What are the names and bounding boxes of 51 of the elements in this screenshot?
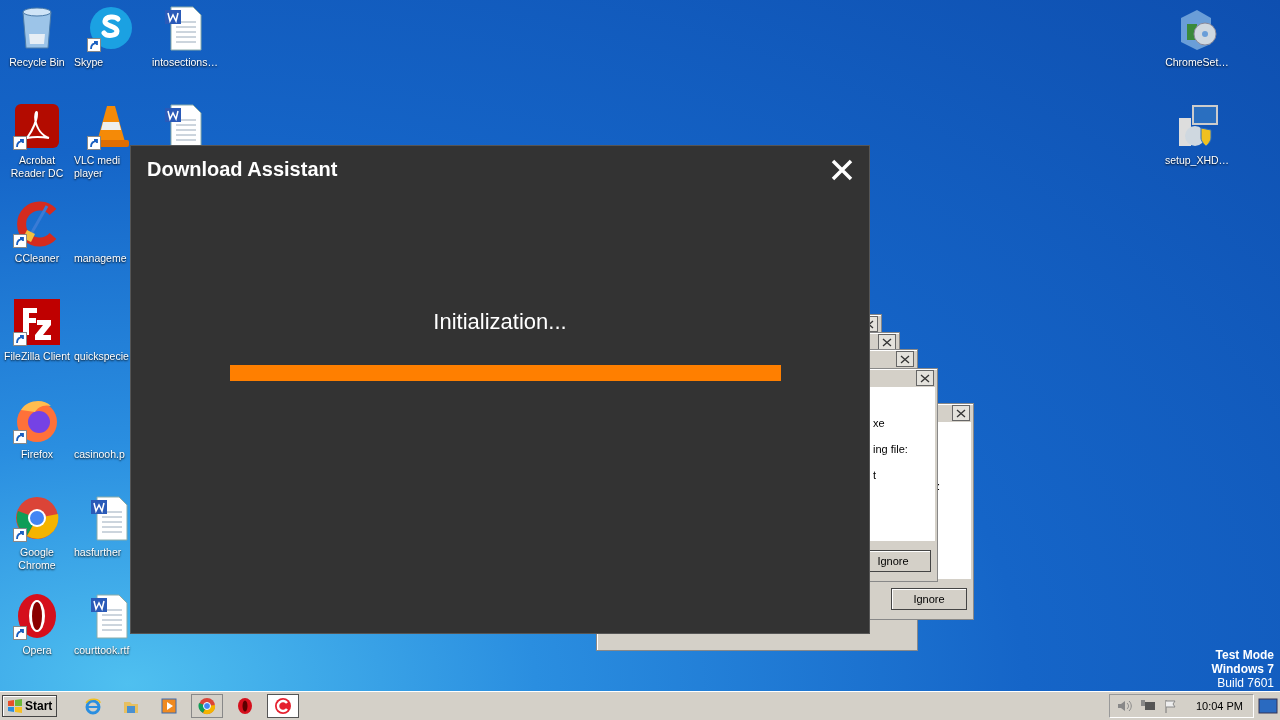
- close-icon: [956, 408, 966, 418]
- icon-label: Acrobat Reader DC: [9, 154, 65, 180]
- icon-label: Recycle Bin: [9, 56, 65, 69]
- internet-explorer-icon: [84, 697, 103, 715]
- close-icon: [882, 337, 892, 347]
- close-button[interactable]: [896, 351, 914, 367]
- system-watermark-text: Build 7601: [1217, 676, 1274, 690]
- icon-label: Google Chrome: [17, 546, 57, 572]
- filezilla-icon: [13, 298, 61, 346]
- windows-logo-icon: [7, 699, 23, 713]
- status-text: Initialization...: [433, 309, 567, 335]
- chrome-icon: [13, 494, 61, 542]
- icon-label: Skype: [74, 56, 104, 69]
- taskbar-button[interactable]: [267, 694, 300, 718]
- system-watermark-text: Test Mode: [1215, 648, 1274, 662]
- clock[interactable]: 10:04 PM: [1195, 700, 1243, 712]
- chrome-icon: [198, 697, 217, 715]
- icon-label: manageme: [74, 252, 127, 265]
- skype-icon: [87, 4, 135, 52]
- acrobat-icon: [13, 102, 61, 150]
- icon-label: quickspecie: [74, 350, 129, 363]
- system-watermark-text: Windows 7: [1211, 662, 1274, 676]
- close-icon: [920, 373, 930, 383]
- icon-label: intosections…: [152, 56, 218, 69]
- dialog-title: Download Assistant: [147, 158, 338, 181]
- message-text: ing file:: [873, 443, 908, 456]
- icon-label: Opera: [22, 644, 52, 657]
- icon-label: CCleaner: [14, 252, 60, 265]
- close-icon: [900, 354, 910, 364]
- icon-label: courttook.rtf: [74, 644, 130, 657]
- message-text: :: [937, 480, 941, 493]
- network-icon[interactable]: [1139, 699, 1156, 713]
- icon-label: casinooh.p: [74, 448, 125, 461]
- icon-label: ChromeSet…: [1165, 56, 1229, 69]
- icon-label: FileZilla Client: [4, 350, 70, 363]
- icon-label: hasfurther: [74, 546, 122, 559]
- icon-label: setup_XHD…: [1164, 154, 1230, 167]
- close-button[interactable]: [878, 334, 896, 350]
- icon-label: Firefox: [20, 448, 54, 461]
- opera-icon: [236, 697, 255, 715]
- ccleaner-icon: [274, 697, 293, 715]
- message-text: t: [873, 469, 877, 482]
- close-button[interactable]: [952, 405, 970, 421]
- flag-icon[interactable]: [1163, 699, 1178, 713]
- message-text: xe: [873, 417, 885, 430]
- ignore-button[interactable]: Ignore: [891, 588, 967, 610]
- close-icon[interactable]: [831, 158, 853, 181]
- close-button[interactable]: [916, 370, 934, 386]
- icon-label: VLC medi player: [74, 154, 122, 180]
- media-player-icon: [160, 697, 179, 715]
- start-button[interactable]: Start: [2, 695, 58, 717]
